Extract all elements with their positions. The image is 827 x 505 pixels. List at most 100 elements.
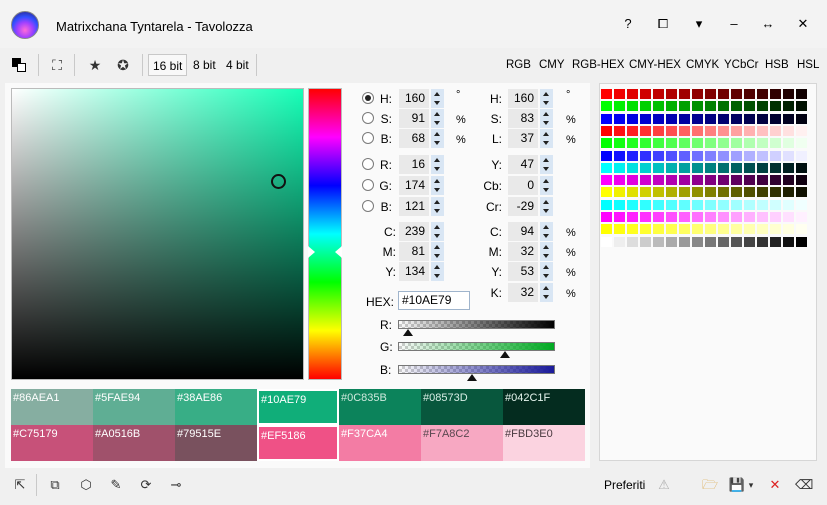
palette-cell[interactable] bbox=[783, 162, 794, 173]
palette-cell[interactable] bbox=[718, 101, 729, 112]
palette-cell[interactable] bbox=[783, 113, 794, 124]
palette-cell[interactable] bbox=[796, 89, 807, 99]
palette-cell[interactable] bbox=[744, 175, 755, 186]
palette-cell[interactable] bbox=[783, 125, 794, 136]
palette-cell[interactable] bbox=[601, 101, 612, 112]
palette-cell[interactable] bbox=[653, 199, 664, 210]
palette-cell[interactable] bbox=[757, 125, 768, 136]
slider-thumb[interactable] bbox=[402, 329, 413, 336]
palette-cell[interactable] bbox=[718, 175, 729, 186]
palette-cell[interactable] bbox=[705, 89, 716, 99]
cube-icon[interactable]: ⬡ bbox=[77, 477, 95, 493]
palette-cell[interactable] bbox=[731, 89, 742, 99]
mode-radio-r-3[interactable] bbox=[362, 158, 374, 170]
saturation-brightness-area[interactable] bbox=[11, 88, 304, 380]
palette-cell[interactable] bbox=[653, 113, 664, 124]
palette-cell[interactable] bbox=[692, 236, 703, 247]
palette-cell[interactable] bbox=[614, 175, 625, 186]
palette-cell[interactable] bbox=[731, 150, 742, 161]
palette-cell[interactable] bbox=[705, 224, 716, 235]
palette-cell[interactable] bbox=[653, 187, 664, 198]
palette-cell[interactable] bbox=[705, 236, 716, 247]
palette-cell[interactable] bbox=[705, 150, 716, 161]
palette-cell[interactable] bbox=[744, 199, 755, 210]
palette-cell[interactable] bbox=[653, 150, 664, 161]
palette-cell[interactable] bbox=[770, 187, 781, 198]
palette-cell[interactable] bbox=[770, 175, 781, 186]
spinner-control[interactable] bbox=[431, 242, 444, 261]
palette-cell[interactable] bbox=[692, 89, 703, 99]
slider-thumb[interactable] bbox=[467, 374, 478, 381]
mode-ycbcr-button[interactable]: YCbCr bbox=[724, 54, 759, 76]
palette-cell[interactable] bbox=[653, 212, 664, 222]
palette-cell[interactable] bbox=[783, 150, 794, 161]
palette-cell[interactable] bbox=[744, 150, 755, 161]
palette-cell[interactable] bbox=[705, 199, 716, 210]
value-input[interactable]: 81 bbox=[399, 242, 429, 261]
mode-rgb-hex-button[interactable]: RGB-HEX bbox=[572, 54, 624, 76]
palette-cell[interactable] bbox=[744, 89, 755, 99]
palette-cell[interactable] bbox=[796, 101, 807, 112]
palette-cell[interactable] bbox=[627, 89, 638, 99]
spinner-control[interactable] bbox=[431, 176, 444, 195]
menu-dropdown-icon[interactable]: ▾ bbox=[688, 14, 710, 34]
palette-cell[interactable] bbox=[640, 113, 651, 124]
palette-cell[interactable] bbox=[718, 212, 729, 222]
palette-cell[interactable] bbox=[653, 162, 664, 173]
palette-cell[interactable] bbox=[601, 162, 612, 173]
palette-cell[interactable] bbox=[731, 187, 742, 198]
palette-cell[interactable] bbox=[731, 125, 742, 136]
color-swatch[interactable]: #79515E bbox=[175, 425, 257, 461]
palette-cell[interactable] bbox=[744, 113, 755, 124]
eyedropper-icon[interactable]: ✎ bbox=[107, 477, 125, 493]
palette-cell[interactable] bbox=[757, 113, 768, 124]
palette-cell[interactable] bbox=[627, 236, 638, 247]
value-input[interactable]: 68 bbox=[399, 129, 429, 148]
palette-cell[interactable] bbox=[731, 138, 742, 149]
color-swatch[interactable]: #C75179 bbox=[11, 425, 93, 461]
palette-cell[interactable] bbox=[601, 212, 612, 222]
palette-cell[interactable] bbox=[666, 89, 677, 99]
value-input[interactable]: 174 bbox=[399, 176, 429, 195]
palette-cell[interactable] bbox=[744, 187, 755, 198]
palette-cell[interactable] bbox=[796, 199, 807, 210]
palette-cell[interactable] bbox=[653, 138, 664, 149]
palette-cell[interactable] bbox=[770, 236, 781, 247]
palette-cell[interactable] bbox=[783, 175, 794, 186]
hue-marker-left[interactable] bbox=[308, 246, 315, 258]
palette-cell[interactable] bbox=[770, 138, 781, 149]
palette-cell[interactable] bbox=[627, 125, 638, 136]
palette-cell[interactable] bbox=[666, 236, 677, 247]
close-icon[interactable]: ✕ bbox=[792, 14, 814, 34]
spinner-control[interactable] bbox=[431, 222, 444, 241]
palette-cell[interactable] bbox=[679, 89, 690, 99]
palette-cell[interactable] bbox=[653, 236, 664, 247]
palette-cell[interactable] bbox=[796, 224, 807, 235]
palette-cell[interactable] bbox=[666, 138, 677, 149]
pin-icon[interactable]: ⧠ bbox=[652, 14, 674, 34]
palette-cell[interactable] bbox=[783, 199, 794, 210]
palette-cell[interactable] bbox=[718, 224, 729, 235]
palette-cell[interactable] bbox=[692, 224, 703, 235]
palette-cell[interactable] bbox=[757, 224, 768, 235]
palette-cell[interactable] bbox=[666, 175, 677, 186]
palette-cell[interactable] bbox=[679, 101, 690, 112]
color-swatch[interactable]: #10AE79 bbox=[257, 389, 339, 425]
palette-cell[interactable] bbox=[679, 236, 690, 247]
spinner-control[interactable] bbox=[540, 197, 553, 216]
palette-cell[interactable] bbox=[705, 101, 716, 112]
mode-hsl-button[interactable]: HSL bbox=[797, 54, 819, 76]
palette-cell[interactable] bbox=[679, 150, 690, 161]
value-input[interactable]: 91 bbox=[399, 109, 429, 128]
slider-thumb[interactable] bbox=[500, 351, 511, 358]
color-swatch[interactable]: #042C1F bbox=[503, 389, 585, 425]
palette-cell[interactable] bbox=[731, 224, 742, 235]
palette-cell[interactable] bbox=[666, 212, 677, 222]
palette-cell[interactable] bbox=[640, 224, 651, 235]
palette-cell[interactable] bbox=[601, 187, 612, 198]
palette-cell[interactable] bbox=[796, 150, 807, 161]
palette-cell[interactable] bbox=[692, 150, 703, 161]
palette-cell[interactable] bbox=[627, 138, 638, 149]
palette-cell[interactable] bbox=[705, 113, 716, 124]
palette-cell[interactable] bbox=[679, 125, 690, 136]
